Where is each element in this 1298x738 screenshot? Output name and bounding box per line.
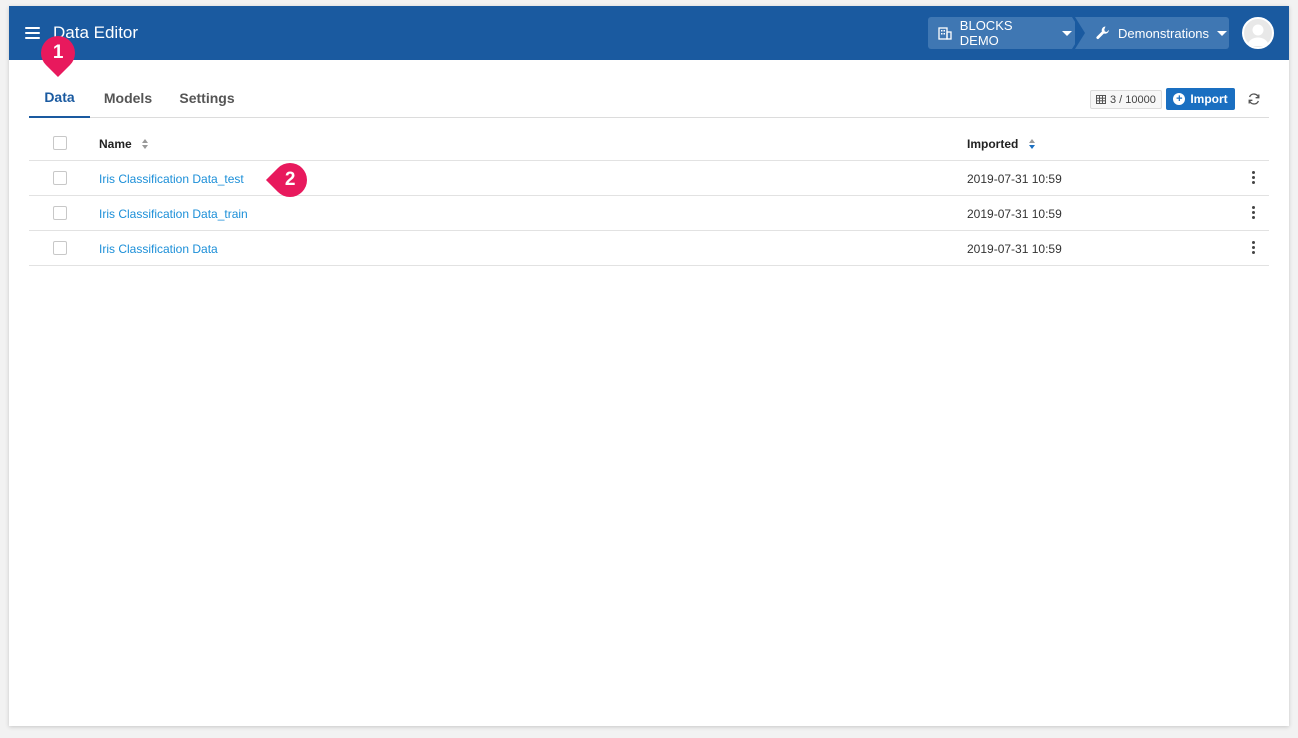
more-options-icon[interactable] [1249,206,1257,220]
app-window: Data Editor BLOCKS DEMO Demonstrations D… [9,6,1289,726]
sort-icon [142,139,149,149]
import-label: Import [1190,92,1228,106]
row-checkbox[interactable] [53,171,67,185]
plus-circle-icon: + [1173,93,1186,105]
data-quota-badge: 3 / 10000 [1090,90,1162,109]
data-name-link[interactable]: Iris Classification Data_train [99,207,248,221]
data-name-link[interactable]: Iris Classification Data [99,242,218,256]
top-bar: Data Editor BLOCKS DEMO Demonstrations [9,6,1289,60]
row-checkbox[interactable] [53,206,67,220]
imported-date: 2019-07-31 10:59 [967,207,1062,221]
imported-date: 2019-07-31 10:59 [967,172,1062,186]
wrench-icon [1095,25,1111,41]
avatar[interactable] [1242,17,1274,49]
tab-settings[interactable]: Settings [179,77,235,118]
data-name-link[interactable]: Iris Classification Data_test [99,172,244,186]
row-checkbox[interactable] [53,241,67,255]
column-header-name[interactable]: Name [99,137,149,151]
table-header-row: Name Imported [29,126,1269,161]
project-dropdown[interactable]: Demonstrations [1075,17,1229,49]
data-table: Name Imported Iris Classification Data_t… [29,126,1269,266]
import-button[interactable]: + Import [1166,88,1235,110]
chevron-down-icon [1217,30,1228,36]
tab-models[interactable]: Models [101,77,155,118]
tab-bar: Data Models Settings [29,77,1269,118]
refresh-icon[interactable] [1247,92,1261,106]
table-icon [1096,95,1106,104]
quota-text: 3 / 10000 [1110,93,1156,106]
chevron-down-icon [1062,30,1072,36]
project-label: Demonstrations [1118,25,1210,41]
tab-data[interactable]: Data [29,77,90,118]
sort-desc-icon [1028,139,1035,149]
organization-dropdown[interactable]: BLOCKS DEMO [928,17,1082,49]
building-icon [937,25,953,41]
imported-date: 2019-07-31 10:59 [967,242,1062,256]
more-options-icon[interactable] [1249,171,1257,185]
table-row: Iris Classification Data_test 2019-07-31… [29,161,1269,196]
table-row: Iris Classification Data 2019-07-31 10:5… [29,231,1269,266]
organization-label: BLOCKS DEMO [959,18,1013,48]
column-header-imported[interactable]: Imported [967,137,1036,151]
select-all-checkbox[interactable] [53,136,67,150]
table-row: Iris Classification Data_train 2019-07-3… [29,196,1269,231]
more-options-icon[interactable] [1249,241,1257,255]
menu-icon[interactable] [25,27,40,39]
